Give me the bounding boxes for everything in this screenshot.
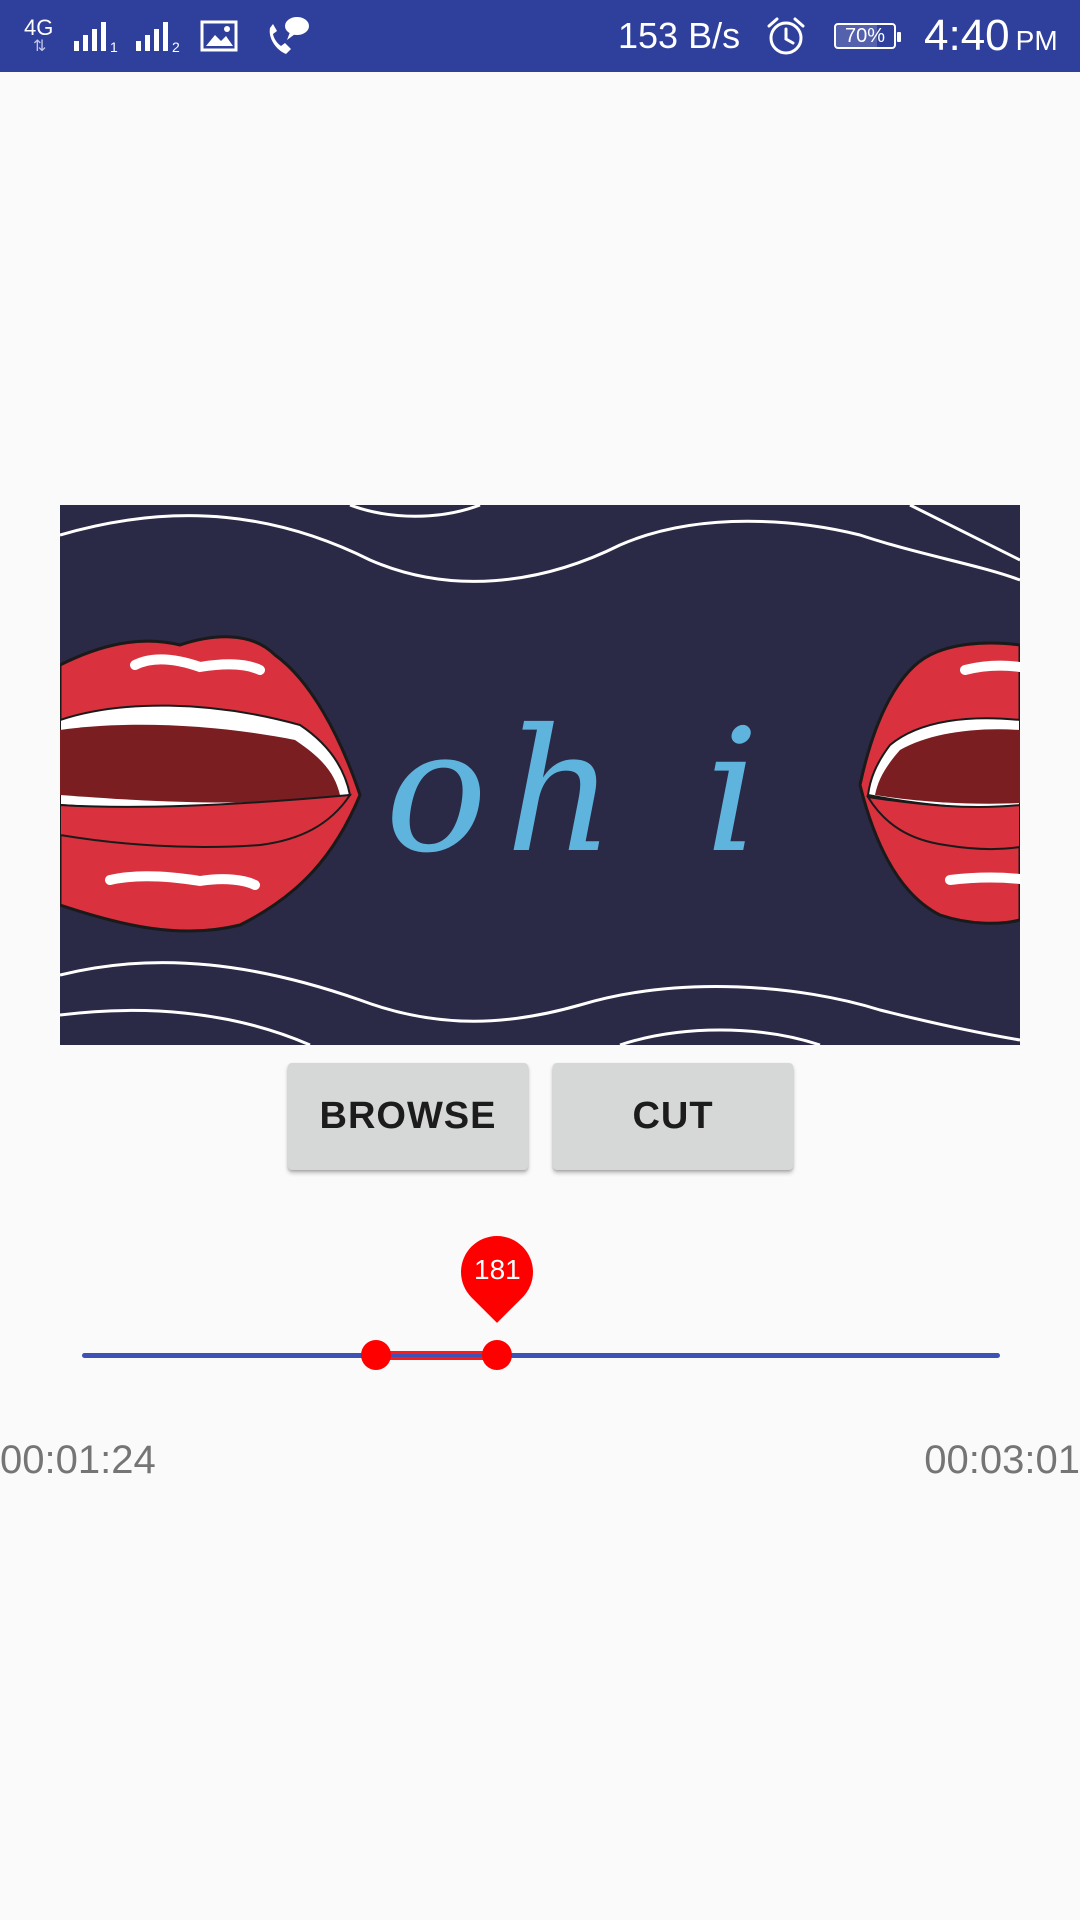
status-bar: 4G ⇅ 1 2 153 B/s 70% 4:40 PM: [0, 0, 1080, 72]
slider-end-thumb[interactable]: [482, 1340, 513, 1370]
slider-start-thumb[interactable]: [360, 1340, 391, 1370]
signal-sim2-icon: 2: [134, 0, 184, 72]
battery-percent: 70%: [844, 24, 886, 47]
data-arrows-icon: ⇅: [32, 38, 46, 55]
cut-button[interactable]: CUT: [553, 1063, 793, 1170]
signal-sim1-icon: 1: [72, 0, 122, 72]
start-time-label: 00:01:24: [0, 1438, 156, 1482]
network-4g-icon: 4G ⇅: [24, 0, 53, 72]
browse-button[interactable]: BROWSE: [288, 1063, 528, 1170]
clock: 4:40 PM: [924, 0, 1058, 72]
slider-track[interactable]: [82, 1353, 1000, 1358]
sim1-badge: 1: [110, 39, 118, 53]
sim2-badge: 2: [172, 39, 180, 53]
alarm-icon: [764, 0, 808, 72]
range-slider[interactable]: 181: [0, 1221, 1080, 1380]
gallery-icon: [200, 0, 240, 72]
video-preview[interactable]: oh i: [60, 505, 1020, 1045]
end-time-label: 00:03:01: [924, 1438, 1080, 1482]
battery-icon: 70%: [834, 0, 901, 72]
wifi-calling-icon: [262, 0, 312, 72]
network-label: 4G: [24, 15, 54, 40]
video-overlay-text: oh i: [385, 693, 777, 891]
clock-time: 4:40: [924, 11, 1010, 60]
value-bubble-text: 181: [474, 1254, 521, 1285]
slider-selected-range: [375, 1351, 498, 1360]
network-speed: 153 B/s: [618, 15, 741, 56]
video-frame-illustration: oh i: [60, 505, 1020, 1045]
clock-ampm: PM: [1015, 25, 1058, 56]
